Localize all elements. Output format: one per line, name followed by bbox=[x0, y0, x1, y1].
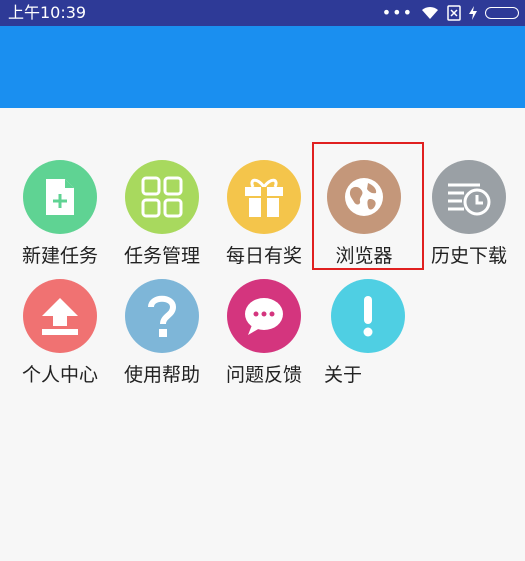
menu-item-daily-reward[interactable]: 每日有奖 bbox=[214, 160, 314, 280]
menu-item-help[interactable]: 使用帮助 bbox=[112, 279, 212, 399]
status-time: 上午10:39 bbox=[8, 3, 87, 22]
upload-icon bbox=[23, 279, 97, 353]
status-bar: 上午10:39 ••• bbox=[0, 0, 525, 26]
menu-item-about[interactable]: 关于 bbox=[318, 279, 418, 399]
menu-item-label: 使用帮助 bbox=[123, 364, 200, 386]
chat-bubble-icon bbox=[227, 279, 301, 353]
menu-item-personal-center[interactable]: 个人中心 bbox=[10, 279, 110, 399]
wifi-icon bbox=[422, 6, 438, 19]
menu-item-task-manage[interactable]: 任务管理 bbox=[112, 160, 212, 280]
gift-icon bbox=[227, 160, 301, 234]
question-icon bbox=[125, 279, 199, 353]
exclamation-icon bbox=[331, 279, 405, 353]
menu-item-new-task[interactable]: 新建任务 bbox=[10, 160, 110, 280]
charging-icon bbox=[469, 6, 477, 20]
menu-item-label: 个人中心 bbox=[21, 364, 98, 386]
more-dots-icon: ••• bbox=[381, 3, 413, 22]
highlight-box bbox=[312, 142, 424, 270]
history-clock-icon bbox=[432, 160, 506, 234]
menu-item-download-history[interactable]: 历史下载 bbox=[419, 160, 519, 280]
menu-item-feedback[interactable]: 问题反馈 bbox=[214, 279, 314, 399]
menu-item-label: 任务管理 bbox=[123, 245, 200, 267]
battery-icon bbox=[485, 7, 519, 19]
menu-item-label: 新建任务 bbox=[21, 245, 98, 267]
new-file-icon bbox=[23, 160, 97, 234]
menu-item-label: 关于 bbox=[324, 364, 363, 386]
menu-item-label: 问题反馈 bbox=[225, 364, 302, 386]
menu-item-label: 每日有奖 bbox=[225, 245, 302, 267]
grid-icon bbox=[125, 160, 199, 234]
menu-item-label: 历史下载 bbox=[430, 245, 507, 267]
app-bar bbox=[0, 26, 525, 108]
status-icons: ••• bbox=[382, 3, 519, 23]
no-sim-icon bbox=[447, 5, 461, 21]
